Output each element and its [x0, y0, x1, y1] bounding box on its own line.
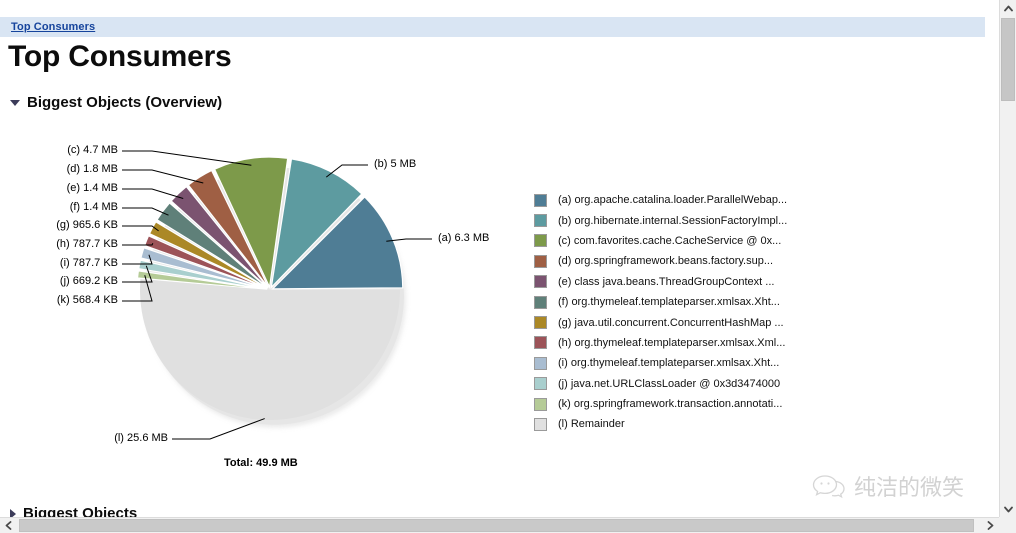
- legend-label: (f) org.thymeleaf.templateparser.xmlsax.…: [558, 296, 780, 309]
- vertical-scrollbar-thumb[interactable]: [1001, 18, 1015, 101]
- pie-slice-callout-label: (i) 787.7 KB: [59, 257, 118, 269]
- pie-slice-callout-label: (j) 669.2 KB: [59, 275, 118, 287]
- vertical-scrollbar[interactable]: [999, 0, 1016, 518]
- pie-slice-callout-label: (l) 25.6 MB: [114, 432, 168, 444]
- legend-color-swatch: [534, 417, 547, 431]
- legend-item[interactable]: (k) org.springframework.transaction.anno…: [534, 394, 787, 414]
- legend-label: (a) org.apache.catalina.loader.ParallelW…: [558, 194, 788, 207]
- legend-label: (k) org.springframework.transaction.anno…: [558, 398, 783, 411]
- section-header-biggest-objects[interactable]: Biggest Objects: [10, 505, 137, 517]
- section-title-overview: Biggest Objects (Overview): [27, 94, 223, 111]
- pie-slice-callout-label: (e) 1.4 MB: [66, 182, 118, 194]
- triangle-down-icon[interactable]: [10, 99, 20, 106]
- pie-slice-callout-label: (a) 6.3 MB: [438, 232, 490, 244]
- pie-slice[interactable]: [140, 279, 400, 420]
- scroll-left-icon[interactable]: [0, 518, 17, 533]
- legend-color-swatch: [534, 214, 547, 228]
- pie-slice-callout-label: (c) 4.7 MB: [67, 144, 118, 156]
- pie-slice-callout-label: (g) 965.6 KB: [56, 219, 118, 231]
- pie-slice-callout-label: (f) 1.4 MB: [69, 201, 118, 213]
- legend-color-swatch: [534, 275, 547, 289]
- legend-label: (b) org.hibernate.internal.SessionFactor…: [558, 214, 788, 227]
- legend-label: (g) java.util.concurrent.ConcurrentHashM…: [558, 316, 784, 329]
- legend-color-swatch: [534, 356, 547, 370]
- section-header-biggest-objects-overview[interactable]: Biggest Objects (Overview): [10, 94, 222, 111]
- legend-item[interactable]: (f) org.thymeleaf.templateparser.xmlsax.…: [534, 292, 787, 312]
- pie-slice-callout-label: (b) 5 MB: [374, 158, 417, 170]
- legend-label: (c) com.favorites.cache.CacheService @ 0…: [558, 234, 782, 247]
- scroll-up-icon[interactable]: [1000, 0, 1016, 17]
- legend-label: (l) Remainder: [558, 418, 625, 431]
- pie-slice-callout-label: (h) 787.7 KB: [56, 238, 118, 250]
- legend-item[interactable]: (b) org.hibernate.internal.SessionFactor…: [534, 210, 787, 230]
- legend-color-swatch: [534, 397, 547, 411]
- legend-item[interactable]: (j) java.net.URLClassLoader @ 0x3d347400…: [534, 374, 787, 394]
- legend-label: (j) java.net.URLClassLoader @ 0x3d347400…: [558, 377, 781, 390]
- section-title-biggest-objects: Biggest Objects: [23, 505, 138, 517]
- horizontal-scrollbar[interactable]: [0, 517, 1016, 533]
- legend-item[interactable]: (l) Remainder: [534, 414, 787, 434]
- legend-item[interactable]: (d) org.springframework.beans.factory.su…: [534, 251, 787, 271]
- triangle-right-icon[interactable]: [10, 508, 16, 517]
- page-title: Top Consumers: [8, 40, 232, 73]
- horizontal-scrollbar-thumb[interactable]: [19, 519, 974, 532]
- scrollbar-corner: [999, 517, 1016, 533]
- scroll-right-icon[interactable]: [982, 518, 999, 533]
- legend-color-swatch: [534, 295, 547, 309]
- legend-color-swatch: [534, 316, 547, 330]
- report-content-pane: Top Consumers Top Consumers Biggest Obje…: [0, 0, 999, 517]
- legend-item[interactable]: (e) class java.beans.ThreadGroupContext …: [534, 272, 787, 292]
- legend-color-swatch: [534, 377, 547, 391]
- legend-item[interactable]: (c) com.favorites.cache.CacheService @ 0…: [534, 231, 787, 251]
- callout-leader-line: [122, 169, 204, 184]
- legend-label: (i) org.thymeleaf.templateparser.xmlsax.…: [558, 357, 780, 370]
- legend-color-swatch: [534, 234, 547, 248]
- pie-slice-callout-label: (k) 568.4 KB: [56, 294, 118, 306]
- legend-item[interactable]: (i) org.thymeleaf.templateparser.xmlsax.…: [534, 353, 787, 373]
- top-consumers-report: Top Consumers Top Consumers Biggest Obje…: [0, 0, 1016, 533]
- legend-label: (e) class java.beans.ThreadGroupContext …: [558, 275, 775, 288]
- legend-label: (h) org.thymeleaf.templateparser.xmlsax.…: [558, 336, 786, 349]
- legend-item[interactable]: (g) java.util.concurrent.ConcurrentHashM…: [534, 312, 787, 332]
- chart-legend: (a) org.apache.catalina.loader.ParallelW…: [534, 190, 787, 435]
- legend-label: (d) org.springframework.beans.factory.su…: [558, 255, 773, 268]
- pie-chart: (c) 4.7 MB (d) 1.8 MB (e) 1.4 MB (f) 1.4 MB…: [0, 118, 999, 488]
- pie-slice-callout-label: (d) 1.8 MB: [66, 163, 118, 175]
- scroll-down-icon[interactable]: [1000, 501, 1016, 518]
- legend-color-swatch: [534, 193, 547, 207]
- breadcrumb: Top Consumers: [0, 17, 985, 37]
- legend-color-swatch: [534, 336, 547, 350]
- legend-color-swatch: [534, 254, 547, 268]
- breadcrumb-link-top-consumers[interactable]: Top Consumers: [11, 21, 95, 33]
- chart-total-label: Total: 49.9 MB: [224, 457, 298, 469]
- legend-item[interactable]: (a) org.apache.catalina.loader.ParallelW…: [534, 190, 787, 210]
- legend-item[interactable]: (h) org.thymeleaf.templateparser.xmlsax.…: [534, 333, 787, 353]
